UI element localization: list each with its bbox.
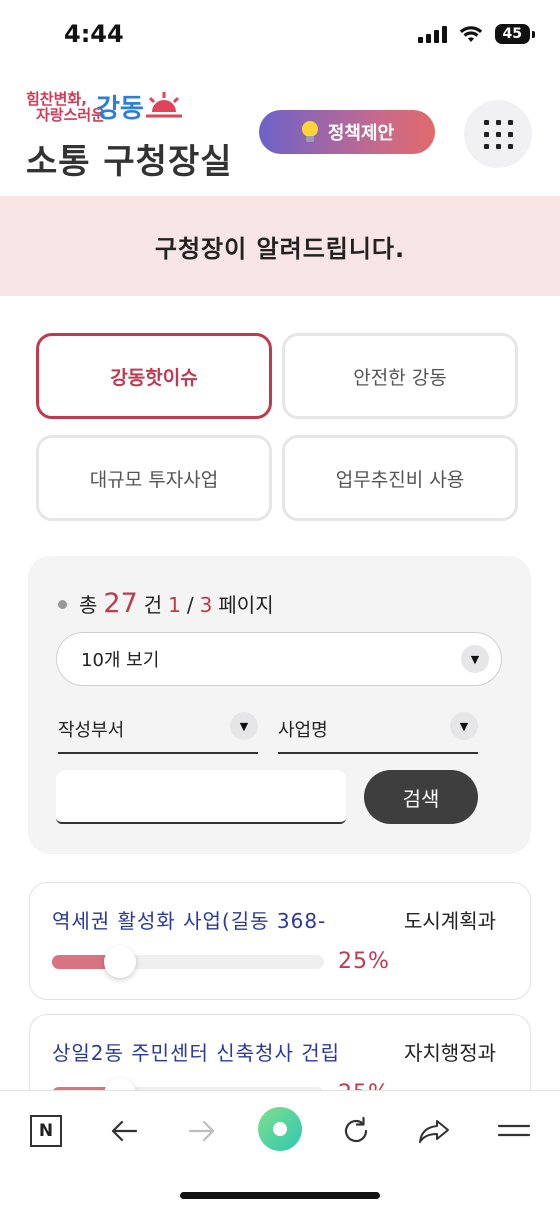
back-arrow-icon[interactable] xyxy=(104,1111,144,1151)
filter-panel: 총 27 건 1 / 3 페이지 10개 보기 ▼ 작성부서 ▼ 사업명 ▼ 검… xyxy=(28,556,531,854)
page-separator: / xyxy=(186,593,194,617)
project-select-value: 사업명 xyxy=(278,720,328,741)
logo-slogan-2: 자랑스러운 xyxy=(36,106,106,124)
list-item[interactable]: 역세권 활성화 사업(길동 368- 도시계획과 25% xyxy=(29,882,531,1000)
lightbulb-icon xyxy=(301,121,318,142)
logo-title: 소통 구청장실 xyxy=(26,142,233,182)
page-total: 3 xyxy=(199,593,213,617)
policy-proposal-button[interactable]: 정책제안 xyxy=(259,110,435,154)
search-button[interactable]: 검색 xyxy=(364,770,478,824)
project-name-select[interactable]: 사업명 ▼ xyxy=(278,706,478,754)
bullet-dot-icon xyxy=(58,600,67,609)
logo-district-name: 강동 xyxy=(96,94,144,124)
header: 힘찬변화, 자랑스러운 강동 소통 구청장실 정책제안 xyxy=(0,72,560,196)
category-tabs: 강동핫이슈 안전한 강동 대규모 투자사업 업무추진비 사용 xyxy=(36,333,518,521)
battery-indicator: 45 xyxy=(494,24,536,44)
item-title[interactable]: 역세권 활성화 사업(길동 368- xyxy=(52,905,370,934)
home-indicator xyxy=(180,1192,380,1199)
result-count: 총 27 건 1 / 3 페이지 xyxy=(58,588,274,619)
progress-percent: 25% xyxy=(338,949,390,974)
notice-banner: 구청장이 알려드립니다. xyxy=(0,196,560,296)
item-department: 도시계획과 xyxy=(404,909,496,933)
naver-n-icon[interactable]: N xyxy=(26,1111,66,1151)
status-bar: 4:44 45 xyxy=(0,0,560,72)
item-title[interactable]: 상일2동 주민센터 신축청사 건립 xyxy=(52,1037,370,1066)
banner-title: 구청장이 알려드립니다. xyxy=(154,234,406,263)
forward-arrow-icon[interactable] xyxy=(182,1111,222,1151)
home-dot xyxy=(273,1122,287,1136)
tab-large-investment[interactable]: 대규모 투자사업 xyxy=(36,435,272,521)
naver-n-label: N xyxy=(30,1115,62,1147)
gangdong-logo[interactable]: 힘찬변화, 자랑스러운 강동 소통 구청장실 xyxy=(26,86,236,186)
progress-bar xyxy=(52,946,324,978)
tab-gangdong-hot-issue[interactable]: 강동핫이슈 xyxy=(36,333,272,419)
status-icons: 45 xyxy=(417,24,536,44)
tab-expense-usage[interactable]: 업무추진비 사용 xyxy=(282,435,518,521)
reload-icon[interactable] xyxy=(336,1111,376,1151)
sun-logo-icon xyxy=(146,92,182,118)
item-department: 자치행정과 xyxy=(404,1041,496,1065)
total-count: 27 xyxy=(103,588,138,619)
page-current: 1 xyxy=(168,593,181,617)
status-time: 4:44 xyxy=(64,20,124,48)
share-icon[interactable] xyxy=(414,1111,454,1151)
department-select-value: 작성부서 xyxy=(58,720,125,741)
department-select[interactable]: 작성부서 ▼ xyxy=(58,706,258,754)
home-green-dot-icon[interactable] xyxy=(258,1107,302,1151)
dropdown-caret-icon: ▼ xyxy=(450,712,478,740)
policy-proposal-label: 정책제안 xyxy=(327,123,395,144)
hamburger-menu-icon[interactable] xyxy=(494,1111,534,1151)
grid-menu-icon[interactable] xyxy=(464,100,532,168)
dropdown-caret-icon: ▼ xyxy=(461,645,489,673)
total-suffix: 건 xyxy=(143,593,163,617)
logo-slogan: 힘찬변화, xyxy=(26,90,87,108)
search-input[interactable] xyxy=(56,770,346,824)
dropdown-caret-icon: ▼ xyxy=(230,712,258,740)
wifi-icon xyxy=(459,26,482,42)
total-prefix: 총 xyxy=(79,593,98,617)
page-label: 페이지 xyxy=(218,593,274,617)
per-page-select[interactable]: 10개 보기 ▼ xyxy=(56,632,502,686)
cellular-signal-icon xyxy=(417,25,447,43)
progress-knob xyxy=(104,946,136,978)
tab-safe-gangdong[interactable]: 안전한 강동 xyxy=(282,333,518,419)
per-page-value: 10개 보기 xyxy=(81,650,160,671)
